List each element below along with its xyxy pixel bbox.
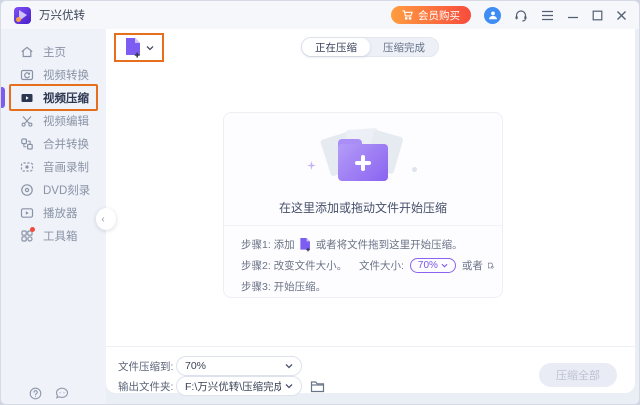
dropzone-caption: 在这里添加或拖动文件开始压缩	[224, 199, 502, 216]
membership-purchase-label: 会员购买	[418, 8, 460, 23]
output-folder-dropdown[interactable]: F:\万兴优转\压缩完成	[176, 376, 302, 396]
titlebar: 万兴优转 会员购买	[1, 1, 639, 29]
file-size-value: 70%	[418, 260, 438, 271]
chevron-down-icon	[441, 263, 448, 268]
feedback-icon[interactable]	[55, 387, 69, 400]
close-icon[interactable]	[616, 10, 627, 21]
sidebar-item-video-compress[interactable]: 视频压缩	[1, 86, 106, 109]
step-2: 步骤2: 改变文件大小。 文件大小: 70% 或者	[241, 255, 494, 276]
dropzone-card: 在这里添加或拖动文件开始压缩 步骤1: 添加 或者将文件拖到这里开始压缩。 步骤…	[223, 112, 503, 298]
compress-status-tabs: 正在压缩 压缩完成	[301, 37, 439, 57]
sparkle-icon	[307, 161, 316, 170]
video-edit-scissors-icon	[20, 114, 34, 128]
video-convert-icon	[20, 68, 34, 82]
chevron-left-icon: ‹	[101, 214, 104, 225]
sidebar-item-merge-convert[interactable]: 合并转换	[1, 132, 106, 155]
help-icon[interactable]	[29, 387, 42, 400]
merge-convert-icon	[20, 137, 34, 151]
sidebar: 主页 视频转换 视频压缩	[1, 29, 106, 405]
step-3: 步骤3: 开始压缩。	[241, 276, 494, 297]
sidebar-item-label: DVD刻录	[43, 182, 90, 198]
browse-folder-icon[interactable]	[310, 380, 325, 393]
sidebar-collapse-handle[interactable]: ‹	[96, 208, 116, 230]
step-text: 步骤1: 添加	[241, 237, 295, 252]
avatar[interactable]	[484, 7, 501, 24]
app-title: 万兴优转	[39, 7, 85, 23]
step-text: 步骤2: 改变文件大小。	[241, 258, 347, 273]
home-icon	[20, 45, 34, 59]
sidebar-item-player[interactable]: 播放器	[1, 201, 106, 224]
step-text: 或者将文件拖到这里开始压缩。	[316, 237, 463, 252]
divider	[106, 346, 635, 347]
add-file-button[interactable]	[124, 37, 154, 58]
tab-compress-done[interactable]: 压缩完成	[370, 38, 438, 56]
dvd-burn-icon	[20, 183, 34, 197]
sidebar-item-home[interactable]: 主页	[1, 40, 106, 63]
cart-icon	[402, 10, 413, 20]
tab-label: 压缩完成	[383, 40, 425, 55]
folder-illustration	[303, 127, 423, 191]
add-file-icon	[299, 237, 312, 252]
sidebar-item-record[interactable]: 音画录制	[1, 155, 106, 178]
file-size-dropdown[interactable]: 70%	[410, 258, 456, 273]
support-headset-icon[interactable]	[514, 9, 528, 22]
output-folder-value: F:\万兴优转\压缩完成	[185, 379, 281, 394]
active-indicator	[1, 87, 5, 108]
record-icon	[20, 160, 34, 174]
chevron-down-icon	[285, 363, 293, 369]
sidebar-item-label: 音画录制	[43, 159, 89, 175]
step-1: 步骤1: 添加 或者将文件拖到这里开始压缩。	[241, 234, 494, 255]
step-text: 或者	[462, 258, 483, 273]
maximize-icon[interactable]	[592, 10, 603, 21]
sidebar-item-label: 工具箱	[43, 228, 78, 244]
output-folder-label: 输出文件夹:	[118, 379, 176, 394]
file-settings-icon[interactable]	[487, 258, 494, 273]
chevron-down-icon	[285, 383, 293, 389]
compress-to-dropdown[interactable]: 70%	[176, 356, 302, 376]
annotation-box	[114, 33, 164, 62]
compress-to-value: 70%	[185, 360, 281, 372]
file-size-label: 文件大小:	[359, 258, 404, 273]
minimize-icon[interactable]	[567, 9, 579, 21]
sidebar-item-label: 视频转换	[43, 67, 89, 83]
step-text: 步骤3: 开始压缩。	[241, 279, 326, 294]
app-window: 万兴优转 会员购买	[0, 0, 640, 405]
sidebar-item-label: 主页	[43, 44, 66, 60]
menu-icon[interactable]	[541, 10, 554, 21]
divider	[224, 225, 502, 226]
dropzone[interactable]: 在这里添加或拖动文件开始压缩	[224, 127, 502, 216]
main-panel: 正在压缩 压缩完成 在这里添加或拖动文件开始压缩	[106, 29, 635, 393]
steps-list: 步骤1: 添加 或者将文件拖到这里开始压缩。 步骤2: 改变文件大小。 文件大小…	[241, 234, 494, 297]
sidebar-item-dvd-burn[interactable]: DVD刻录	[1, 178, 106, 201]
membership-purchase-button[interactable]: 会员购买	[391, 6, 471, 24]
add-folder-icon	[338, 139, 388, 181]
sidebar-item-video-edit[interactable]: 视频编辑	[1, 109, 106, 132]
compress-all-button[interactable]: 压缩全部	[539, 363, 617, 387]
sidebar-item-label: 视频编辑	[43, 113, 89, 129]
sidebar-item-label: 合并转换	[43, 136, 89, 152]
tab-label: 正在压缩	[315, 40, 357, 55]
notification-badge	[30, 227, 35, 232]
compress-to-label: 文件压缩到:	[118, 359, 176, 374]
tab-compressing[interactable]: 正在压缩	[302, 38, 370, 56]
sidebar-item-video-convert[interactable]: 视频转换	[1, 63, 106, 86]
app-logo-icon	[14, 7, 31, 24]
sidebar-item-label: 视频压缩	[43, 90, 89, 106]
player-icon	[20, 206, 34, 220]
video-compress-icon	[20, 91, 34, 105]
add-file-icon	[124, 37, 143, 58]
chevron-down-icon	[146, 45, 154, 51]
sidebar-item-toolbox[interactable]: 工具箱	[1, 224, 106, 247]
sidebar-item-label: 播放器	[43, 205, 78, 221]
